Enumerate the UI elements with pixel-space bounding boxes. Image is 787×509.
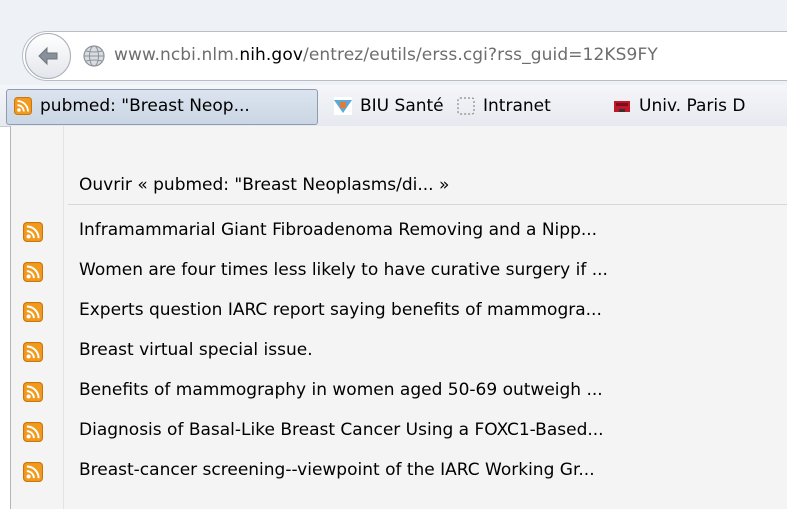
- feed-menu-item[interactable]: Diagnosis of Basal-Like Breast Cancer Us…: [11, 416, 787, 448]
- bookmark-label: pubmed: "Breast Neop...: [40, 96, 250, 116]
- rss-feed-icon: [23, 222, 43, 242]
- bookmark-intranet[interactable]: Intranet: [457, 85, 551, 127]
- bookmark-univ-paris[interactable]: Univ. Paris D: [613, 85, 745, 127]
- menu-open-feed-item[interactable]: Ouvrir « pubmed: "Breast Neoplasms/di...…: [11, 166, 771, 206]
- feed-item-label: Experts question IARC report saying bene…: [79, 300, 602, 320]
- feed-item-label: Breast-cancer screening--viewpoint of th…: [79, 460, 595, 480]
- feed-menu-item[interactable]: Breast virtual special issue.: [11, 336, 787, 368]
- bookmark-label: BIU Santé: [360, 96, 444, 116]
- feed-menu-item[interactable]: Experts question IARC report saying bene…: [11, 296, 787, 328]
- rss-feed-icon: [23, 462, 43, 482]
- bookmarks-toolbar: pubmed: "Breast Neop... BIU Santé Intran…: [0, 85, 787, 127]
- browser-window: www.ncbi.nlm.nih.gov/entrez/eutils/erss.…: [0, 0, 787, 509]
- feed-menu-item[interactable]: Benefits of mammography in women aged 50…: [11, 376, 787, 408]
- univ-paris-favicon: [614, 101, 630, 112]
- feed-menu-item[interactable]: Women are four times less likely to have…: [11, 256, 787, 288]
- menu-open-label: Ouvrir « pubmed: "Breast Neoplasms/di...…: [79, 175, 450, 195]
- back-button[interactable]: [25, 33, 71, 79]
- feed-item-label: Breast virtual special issue.: [79, 340, 313, 360]
- bookmark-biu-sante[interactable]: BIU Santé: [334, 85, 444, 127]
- feed-item-label: Diagnosis of Basal-Like Breast Cancer Us…: [79, 420, 604, 440]
- bookmark-pubmed-feed[interactable]: pubmed: "Breast Neop...: [14, 85, 250, 127]
- biu-sante-favicon: [334, 97, 352, 115]
- back-arrow-icon: [38, 46, 58, 66]
- bookmark-label: Univ. Paris D: [639, 96, 746, 116]
- feed-item-label: Inframammarial Giant Fibroadenoma Removi…: [79, 220, 598, 240]
- url-host: nih.gov: [239, 45, 303, 65]
- bookmark-label: Intranet: [483, 96, 551, 116]
- bookmark-dropdown-menu: Ouvrir « pubmed: "Breast Neoplasms/di...…: [10, 126, 787, 509]
- rss-feed-icon: [23, 262, 43, 282]
- url-prefix: www.ncbi.nlm.: [114, 45, 240, 65]
- rss-feed-icon: [23, 422, 43, 442]
- feed-item-label: Women are four times less likely to have…: [79, 260, 608, 280]
- feed-item-label: Benefits of mammography in women aged 50…: [79, 380, 603, 400]
- dotted-square-icon: [457, 97, 475, 115]
- feed-menu-item[interactable]: Breast-cancer screening--viewpoint of th…: [11, 456, 787, 488]
- feed-menu-item[interactable]: Inframammarial Giant Fibroadenoma Removi…: [11, 216, 787, 248]
- rss-feed-icon: [14, 97, 32, 115]
- rss-feed-icon: [23, 382, 43, 402]
- menu-separator: [68, 204, 787, 205]
- url-path: /entrez/eutils/erss.cgi?rss_guid=12KS9FY: [303, 45, 658, 65]
- rss-feed-icon: [23, 342, 43, 362]
- rss-feed-icon: [23, 302, 43, 322]
- globe-icon[interactable]: [82, 44, 106, 68]
- url-text[interactable]: www.ncbi.nlm.nih.gov/entrez/eutils/erss.…: [114, 45, 658, 65]
- navigation-toolbar: www.ncbi.nlm.nih.gov/entrez/eutils/erss.…: [0, 0, 787, 85]
